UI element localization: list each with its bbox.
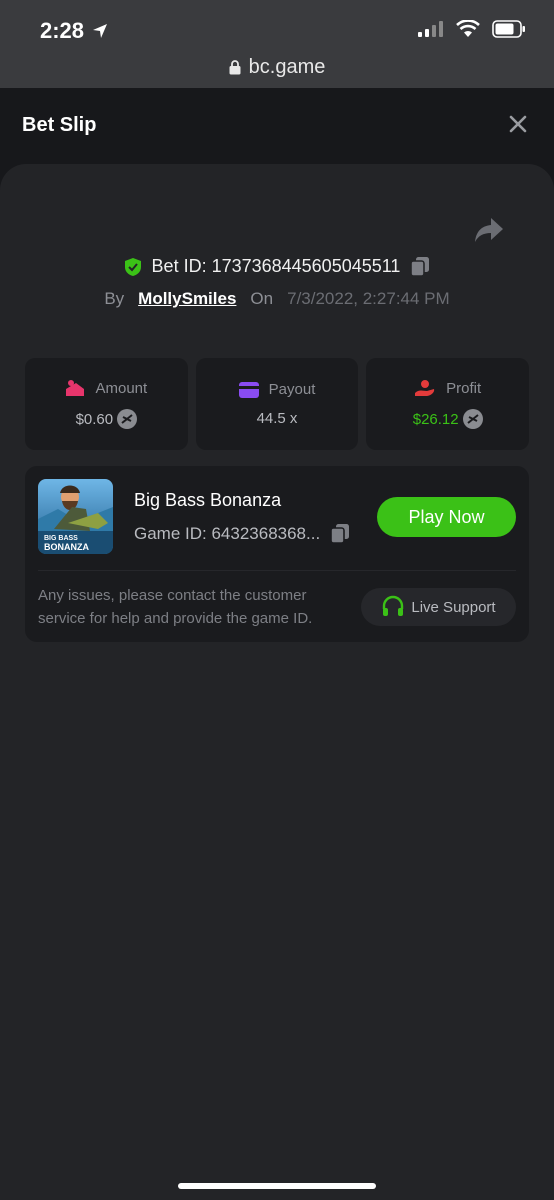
copy-icon[interactable]	[410, 256, 430, 277]
on-label: On	[250, 289, 274, 308]
signal-icon	[418, 21, 443, 37]
amount-icon	[66, 380, 85, 396]
live-support-button[interactable]: Live Support	[361, 588, 516, 626]
profit-card: Profit $26.12	[366, 358, 530, 450]
game-id-row: Game ID: 6432368368...	[134, 523, 350, 544]
lock-icon	[229, 60, 241, 75]
username-link[interactable]: MollySmiles	[138, 289, 236, 309]
coin-icon	[117, 409, 138, 429]
shield-check-icon	[124, 257, 141, 276]
amount-value-row: $0.60	[76, 409, 138, 429]
battery-icon	[492, 20, 525, 38]
profit-icon	[415, 380, 435, 396]
location-arrow-icon	[93, 24, 108, 38]
home-indicator	[178, 1183, 376, 1189]
bet-datetime: 7/3/2022, 2:27:44 PM	[287, 289, 450, 308]
divider	[38, 570, 516, 571]
coin-icon	[462, 409, 483, 429]
wifi-icon	[456, 20, 480, 37]
profit-label-row: Profit	[414, 379, 481, 397]
help-text: Any issues, please contact the customer …	[38, 587, 313, 627]
clock: 2:28	[40, 18, 85, 43]
bet-stats: Amount $0.60 Payout 44.5 x Profit $26.12	[25, 358, 530, 450]
profit-value-row: $26.12	[413, 409, 483, 429]
bet-id: Bet ID: 1737368445605045511	[151, 256, 401, 276]
play-now-button[interactable]: Play Now	[377, 497, 516, 537]
status-bar: 2:28 bc.game	[0, 0, 554, 88]
card-icon	[238, 381, 259, 398]
share-icon[interactable]	[474, 216, 504, 244]
bet-slip-panel: Bet ID: 1737368445605045511 By MollySmil…	[0, 164, 554, 1200]
copy-icon[interactable]	[330, 523, 350, 544]
payout-label: Payout	[268, 381, 316, 398]
bet-slip-header: Bet Slip	[0, 88, 554, 164]
amount-value: $0.60	[75, 410, 114, 428]
status-time: 2:28	[40, 18, 108, 44]
payout-label-row: Payout	[238, 381, 316, 398]
game-card: BIG BASS BONANZA Big Bass Bonanza Game I…	[25, 466, 529, 642]
payout-card: Payout 44.5 x	[195, 358, 359, 450]
profit-value: $26.12	[412, 410, 459, 428]
url-bar[interactable]: bc.game	[0, 56, 554, 79]
amount-label-row: Amount	[65, 379, 147, 397]
amount-label: Amount	[95, 379, 148, 397]
headset-icon	[383, 595, 404, 616]
payout-value-row: 44.5 x	[257, 410, 298, 427]
close-icon[interactable]	[508, 114, 528, 134]
amount-card: Amount $0.60	[25, 358, 188, 450]
payout-value: 44.5 x	[256, 410, 298, 427]
game-thumbnail[interactable]: BIG BASS BONANZA	[38, 479, 113, 554]
game-id: Game ID: 6432368368...	[134, 523, 321, 543]
by-label: By	[104, 289, 125, 308]
live-support-label: Live Support	[411, 598, 496, 616]
bet-meta-row: By MollySmiles On 7/3/2022, 2:27:44 PM	[0, 289, 554, 309]
page-title: Bet Slip	[22, 114, 97, 136]
url-text: bc.game	[248, 56, 326, 78]
status-indicators	[418, 20, 526, 38]
thumb-text-bottom: BONANZA	[44, 542, 89, 552]
profit-label: Profit	[446, 379, 482, 397]
game-name: Big Bass Bonanza	[134, 490, 282, 510]
thumb-text-top: BIG BASS	[44, 535, 78, 542]
bet-id-row: Bet ID: 1737368445605045511	[0, 256, 554, 277]
